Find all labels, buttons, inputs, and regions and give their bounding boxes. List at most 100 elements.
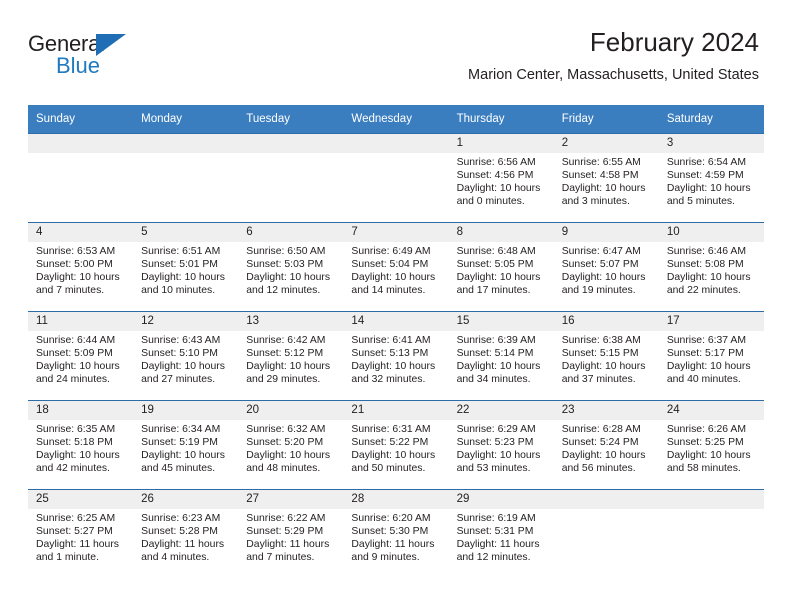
day-details: Sunrise: 6:20 AM Sunset: 5:30 PM Daylight:…: [343, 509, 448, 564]
sunset-text: Sunset: 5:03 PM: [246, 259, 324, 271]
day-number: 5: [133, 223, 239, 242]
daylight-text: Daylight: 10 hours and 56 minutes.: [561, 450, 646, 475]
daylight-text: Daylight: 10 hours and 10 minutes.: [141, 272, 225, 297]
day-details: Sunrise: 6:46 AM Sunset: 5:08 PM Daylight:…: [659, 242, 764, 297]
calendar-day-cell[interactable]: 29 Sunrise: 6:19 AM Sunset: 5:31 PM Dayligh…: [448, 489, 554, 578]
calendar-day-cell[interactable]: 9 Sunrise: 6:47 AM Sunset: 5:07 PM Daylight…: [553, 222, 659, 312]
sunset-text: Sunset: 5:23 PM: [456, 437, 534, 449]
calendar-day-cell[interactable]: 14 Sunrise: 6:41 AM Sunset: 5:13 PM Dayligh…: [343, 311, 449, 401]
calendar-day-cell[interactable]: 10 Sunrise: 6:46 AM Sunset: 5:08 PM Dayligh…: [658, 222, 764, 312]
calendar-day-cell[interactable]: 11 Sunrise: 6:44 AM Sunset: 5:09 PM Dayligh…: [28, 311, 134, 401]
sunrise-text: Sunrise: 6:50 AM: [246, 246, 326, 257]
weekday-header-friday: Friday: [553, 105, 659, 134]
sunrise-text: Sunrise: 6:35 AM: [36, 424, 116, 435]
sunset-text: Sunset: 5:07 PM: [561, 259, 639, 271]
sunset-text: Sunset: 5:27 PM: [36, 526, 113, 538]
day-details: Sunrise: 6:49 AM Sunset: 5:04 PM Daylight:…: [343, 242, 448, 297]
sunrise-text: Sunrise: 6:47 AM: [561, 246, 641, 257]
sunset-text: Sunset: 5:18 PM: [36, 437, 113, 449]
page-header: General Blue February 2024 Marion Center…: [28, 26, 759, 98]
sunset-text: Sunset: 5:29 PM: [246, 526, 324, 538]
calendar-day-cell[interactable]: 4 Sunrise: 6:53 AM Sunset: 5:00 PM Daylight…: [28, 222, 134, 312]
sunrise-text: Sunrise: 6:48 AM: [456, 246, 536, 257]
day-details: Sunrise: 6:34 AM Sunset: 5:19 PM Daylight:…: [133, 420, 238, 475]
daylight-text: Daylight: 10 hours and 3 minutes.: [561, 183, 646, 208]
calendar-day-cell[interactable]: 25 Sunrise: 6:25 AM Sunset: 5:27 PM Dayligh…: [28, 489, 134, 578]
sunset-text: Sunset: 5:01 PM: [141, 259, 218, 271]
day-number: 15: [448, 312, 554, 331]
day-number: 27: [238, 490, 344, 509]
calendar-week-row: 4 Sunrise: 6:53 AM Sunset: 5:00 PM Daylight…: [28, 222, 764, 312]
general-blue-logo[interactable]: General Blue: [28, 32, 148, 84]
weekday-header-wednesday: Wednesday: [343, 105, 449, 134]
sunset-text: Sunset: 5:00 PM: [36, 259, 113, 271]
day-details: Sunrise: 6:54 AM Sunset: 4:59 PM Daylight:…: [659, 153, 764, 208]
day-number: 19: [133, 401, 239, 420]
day-details: Sunrise: 6:37 AM Sunset: 5:17 PM Daylight:…: [659, 331, 764, 386]
sunrise-text: Sunrise: 6:41 AM: [351, 335, 431, 346]
calendar-day-cell[interactable]: 12 Sunrise: 6:43 AM Sunset: 5:10 PM Dayligh…: [133, 311, 239, 401]
daylight-text: Daylight: 10 hours and 22 minutes.: [666, 272, 751, 297]
weekday-header-row: Sunday Monday Tuesday Wednesday Thursday Frid…: [28, 105, 764, 134]
calendar-empty-cell: [343, 133, 449, 223]
day-number: 20: [238, 401, 344, 420]
sunset-text: Sunset: 5:22 PM: [351, 437, 429, 449]
calendar-day-cell[interactable]: 5 Sunrise: 6:51 AM Sunset: 5:01 PM Daylight…: [133, 222, 239, 312]
sunrise-text: Sunrise: 6:51 AM: [141, 246, 221, 257]
calendar-day-cell[interactable]: 28 Sunrise: 6:20 AM Sunset: 5:30 PM Dayligh…: [343, 489, 449, 578]
calendar-day-cell[interactable]: 19 Sunrise: 6:34 AM Sunset: 5:19 PM Dayligh…: [133, 400, 239, 490]
day-number: [28, 134, 134, 153]
calendar-day-cell[interactable]: 18 Sunrise: 6:35 AM Sunset: 5:18 PM Dayligh…: [28, 400, 134, 490]
sunrise-text: Sunrise: 6:29 AM: [456, 424, 536, 435]
day-number: 22: [448, 401, 554, 420]
sunrise-text: Sunrise: 6:32 AM: [246, 424, 326, 435]
calendar-day-cell[interactable]: 2 Sunrise: 6:55 AM Sunset: 4:58 PM Daylight…: [553, 133, 659, 223]
calendar-day-cell[interactable]: 15 Sunrise: 6:39 AM Sunset: 5:14 PM Dayligh…: [448, 311, 554, 401]
sunset-text: Sunset: 5:19 PM: [141, 437, 218, 449]
day-details: Sunrise: 6:23 AM Sunset: 5:28 PM Daylight:…: [133, 509, 238, 564]
sunset-text: Sunset: 5:09 PM: [36, 348, 113, 360]
daylight-text: Daylight: 10 hours and 27 minutes.: [141, 361, 225, 386]
calendar-day-cell[interactable]: 27 Sunrise: 6:22 AM Sunset: 5:29 PM Dayligh…: [238, 489, 344, 578]
calendar-day-cell[interactable]: 1 Sunrise: 6:56 AM Sunset: 4:56 PM Daylight…: [448, 133, 554, 223]
day-details: Sunrise: 6:31 AM Sunset: 5:22 PM Daylight:…: [343, 420, 448, 475]
day-details: Sunrise: 6:38 AM Sunset: 5:15 PM Daylight:…: [554, 331, 659, 386]
calendar-day-cell[interactable]: 24 Sunrise: 6:26 AM Sunset: 5:25 PM Dayligh…: [658, 400, 764, 490]
day-number: 13: [238, 312, 344, 331]
calendar-day-cell[interactable]: 23 Sunrise: 6:28 AM Sunset: 5:24 PM Dayligh…: [553, 400, 659, 490]
sunset-text: Sunset: 5:14 PM: [456, 348, 534, 360]
calendar-week-row: 1 Sunrise: 6:56 AM Sunset: 4:56 PM Daylight…: [28, 133, 764, 223]
calendar-day-cell[interactable]: 8 Sunrise: 6:48 AM Sunset: 5:05 PM Daylight…: [448, 222, 554, 312]
calendar-day-cell[interactable]: 20 Sunrise: 6:32 AM Sunset: 5:20 PM Dayligh…: [238, 400, 344, 490]
calendar-day-cell[interactable]: 21 Sunrise: 6:31 AM Sunset: 5:22 PM Dayligh…: [343, 400, 449, 490]
daylight-text: Daylight: 10 hours and 42 minutes.: [36, 450, 120, 475]
calendar-week-row: 18 Sunrise: 6:35 AM Sunset: 5:18 PM Dayligh…: [28, 400, 764, 490]
page-subtitle: Marion Center, Massachusetts, United Sta…: [468, 67, 759, 83]
daylight-text: Daylight: 10 hours and 14 minutes.: [351, 272, 436, 297]
calendar-day-cell[interactable]: 7 Sunrise: 6:49 AM Sunset: 5:04 PM Daylight…: [343, 222, 449, 312]
daylight-text: Daylight: 10 hours and 19 minutes.: [561, 272, 646, 297]
day-number: 14: [343, 312, 449, 331]
calendar-day-cell[interactable]: 16 Sunrise: 6:38 AM Sunset: 5:15 PM Dayligh…: [553, 311, 659, 401]
calendar-day-cell[interactable]: 17 Sunrise: 6:37 AM Sunset: 5:17 PM Dayligh…: [658, 311, 764, 401]
calendar-day-cell[interactable]: 6 Sunrise: 6:50 AM Sunset: 5:03 PM Daylight…: [238, 222, 344, 312]
sunset-text: Sunset: 5:05 PM: [456, 259, 534, 271]
sunrise-text: Sunrise: 6:55 AM: [561, 157, 641, 168]
sunset-text: Sunset: 5:08 PM: [666, 259, 744, 271]
day-details: Sunrise: 6:25 AM Sunset: 5:27 PM Daylight:…: [28, 509, 133, 564]
sunrise-text: Sunrise: 6:25 AM: [36, 513, 116, 524]
weekday-header-monday: Monday: [133, 105, 239, 134]
calendar-week-row: 11 Sunrise: 6:44 AM Sunset: 5:09 PM Dayligh…: [28, 311, 764, 401]
calendar-day-cell[interactable]: 26 Sunrise: 6:23 AM Sunset: 5:28 PM Dayligh…: [133, 489, 239, 578]
page-title: February 2024: [589, 27, 759, 57]
daylight-text: Daylight: 10 hours and 53 minutes.: [456, 450, 541, 475]
day-details: Sunrise: 6:35 AM Sunset: 5:18 PM Daylight:…: [28, 420, 133, 475]
day-number: 2: [553, 134, 659, 153]
sunrise-text: Sunrise: 6:43 AM: [141, 335, 221, 346]
calendar-day-cell[interactable]: 13 Sunrise: 6:42 AM Sunset: 5:12 PM Dayligh…: [238, 311, 344, 401]
sunrise-text: Sunrise: 6:53 AM: [36, 246, 116, 257]
sunset-text: Sunset: 5:31 PM: [456, 526, 534, 538]
calendar-day-cell[interactable]: 22 Sunrise: 6:29 AM Sunset: 5:23 PM Dayligh…: [448, 400, 554, 490]
calendar-day-cell[interactable]: 3 Sunrise: 6:54 AM Sunset: 4:59 PM Daylight…: [658, 133, 764, 223]
day-number: 16: [553, 312, 659, 331]
